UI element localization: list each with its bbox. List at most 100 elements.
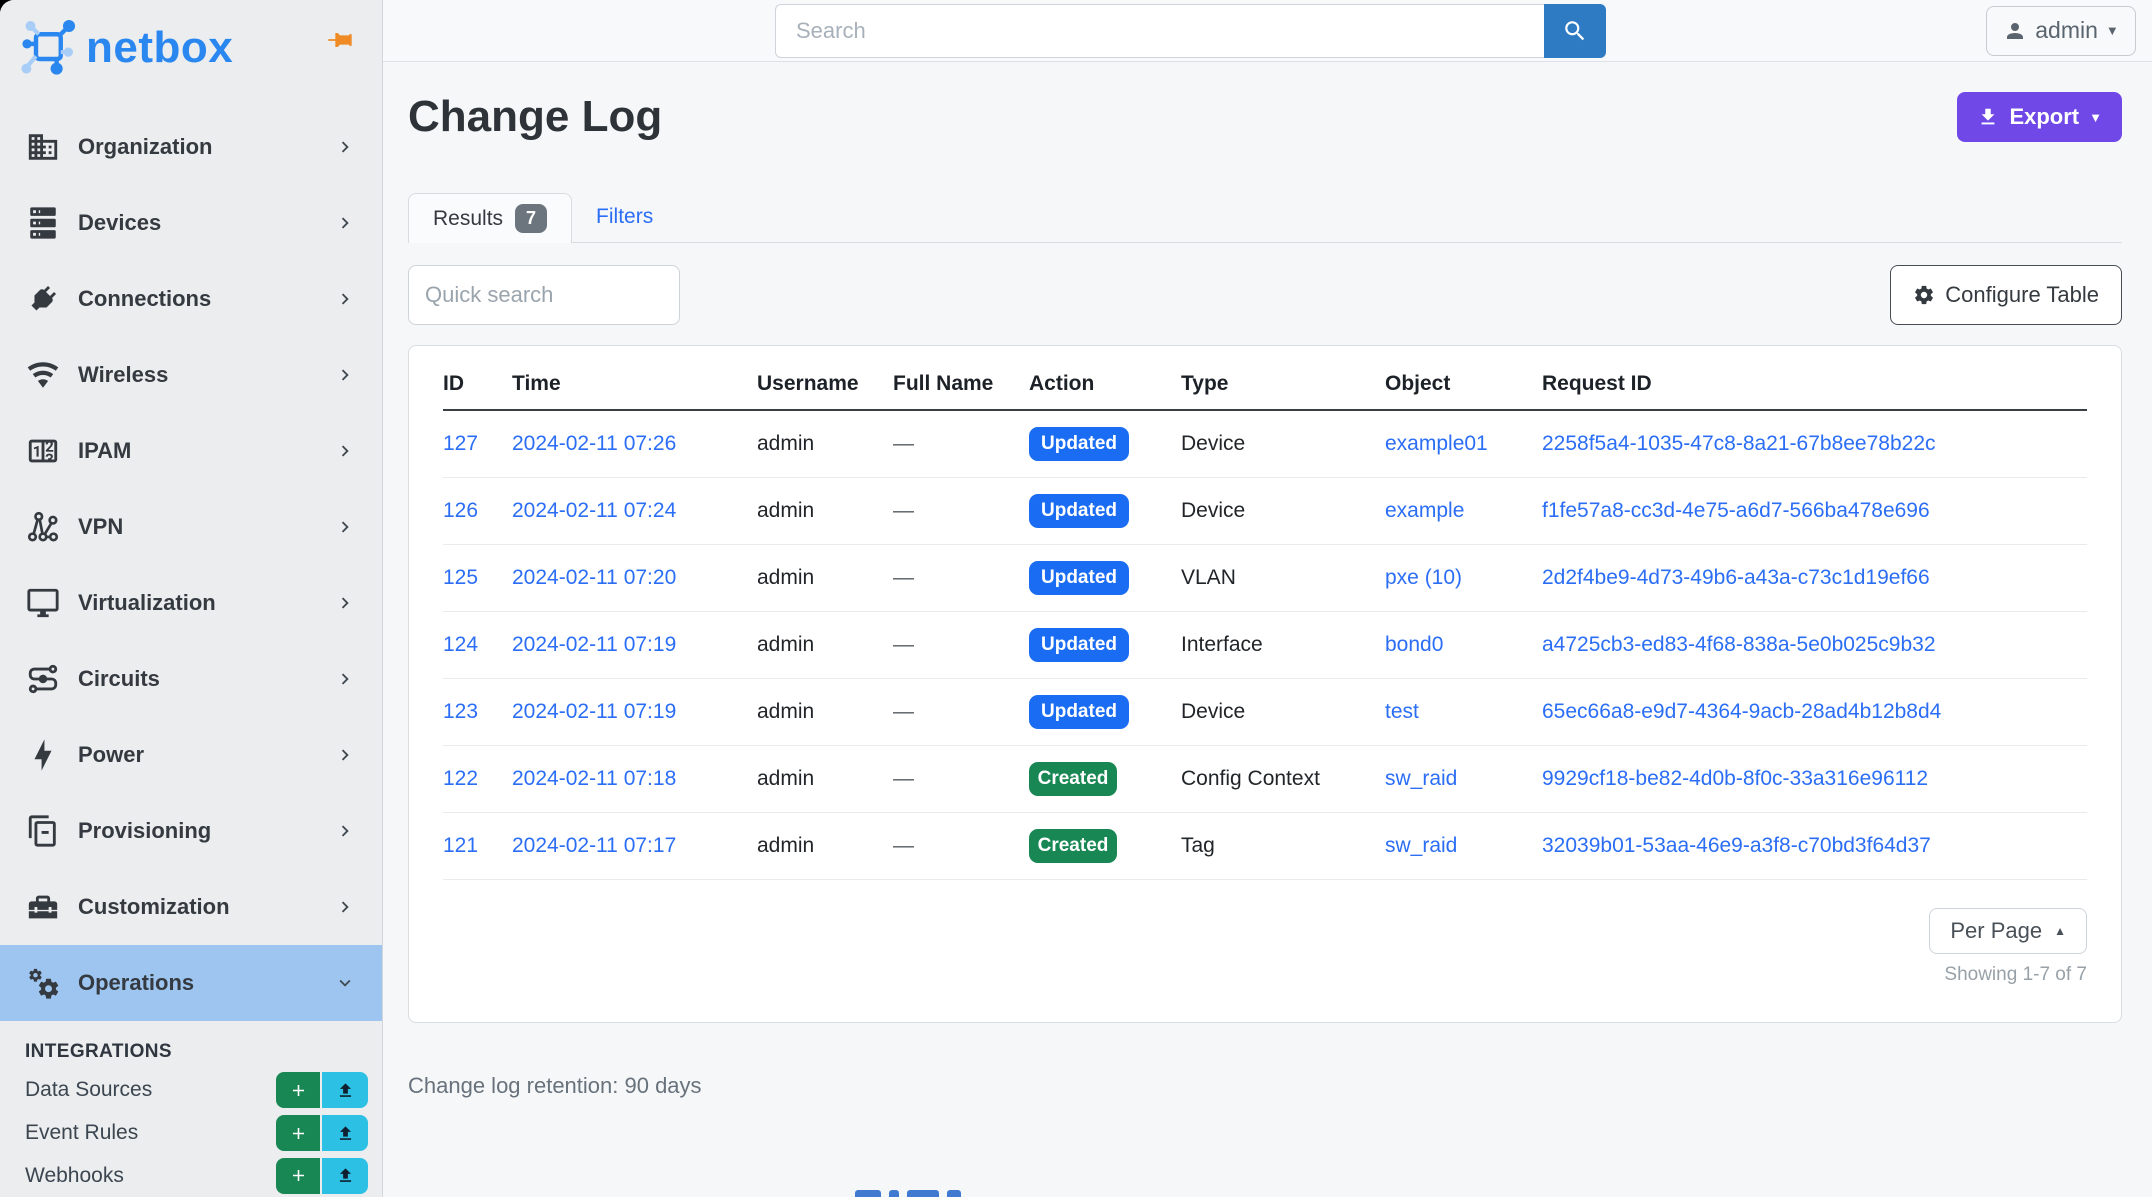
import-button[interactable] <box>322 1115 368 1151</box>
retention-note: Change log retention: 90 days <box>408 1073 2122 1099</box>
user-menu-button[interactable]: admin ▼ <box>1986 6 2136 56</box>
change-id-link[interactable]: 124 <box>443 633 478 656</box>
column-header-time: Time <box>502 352 747 410</box>
netbox-logo-icon <box>14 15 80 81</box>
type-cell: Device <box>1181 700 1245 723</box>
full-name-cell: — <box>893 566 914 589</box>
sidebar-item-customization[interactable]: Customization <box>0 869 382 945</box>
sidebar-item-webhooks[interactable]: Webhooks <box>0 1154 382 1197</box>
cogs-icon <box>26 966 60 1000</box>
change-time-link[interactable]: 2024-02-11 07:17 <box>512 834 676 857</box>
sidebar-item-event-rules[interactable]: Event Rules <box>0 1112 382 1155</box>
sidebar-item-label: VPN <box>78 514 123 540</box>
tab-bar: Results 7 Filters <box>408 192 2122 243</box>
change-id-link[interactable]: 122 <box>443 767 478 790</box>
chevron-right-icon <box>334 896 356 918</box>
graph-icon <box>26 510 60 544</box>
object-link[interactable]: sw_raid <box>1385 834 1457 857</box>
sidebar-item-ipam[interactable]: IPAM <box>0 413 382 489</box>
sidebar-item-operations[interactable]: Operations <box>0 945 382 1021</box>
action-badge: Updated <box>1029 695 1129 729</box>
per-page-button[interactable]: Per Page ▲ <box>1929 908 2087 954</box>
object-link[interactable]: pxe (10) <box>1385 566 1462 589</box>
change-time-link[interactable]: 2024-02-11 07:24 <box>512 499 676 522</box>
chevron-down-icon <box>334 972 356 994</box>
change-id-link[interactable]: 125 <box>443 566 478 589</box>
change-id-link[interactable]: 126 <box>443 499 478 522</box>
change-time-link[interactable]: 2024-02-11 07:19 <box>512 700 676 723</box>
request-id-link[interactable]: 32039b01-53aa-46e9-a3f8-c70bd3f64d37 <box>1542 834 1931 857</box>
search-input[interactable] <box>775 4 1544 58</box>
sidebar-item-label: Organization <box>78 134 212 160</box>
sidebar-item-label: Devices <box>78 210 161 236</box>
change-time-link[interactable]: 2024-02-11 07:19 <box>512 633 676 656</box>
quick-search-input[interactable] <box>408 265 680 325</box>
change-time-link[interactable]: 2024-02-11 07:26 <box>512 432 676 455</box>
change-time-link[interactable]: 2024-02-11 07:20 <box>512 566 676 589</box>
sidebar-item-wireless[interactable]: Wireless <box>0 337 382 413</box>
pin-sidebar-icon[interactable] <box>326 26 354 54</box>
import-button[interactable] <box>322 1072 368 1108</box>
object-link[interactable]: test <box>1385 700 1419 723</box>
tab-results[interactable]: Results 7 <box>408 193 572 243</box>
request-id-link[interactable]: 2d2f4be9-4d73-49b6-a43a-c73c1d19ef66 <box>1542 566 1930 589</box>
add-button[interactable] <box>276 1115 320 1151</box>
page-content: Change Log Export ▼ Results 7 Filters <box>383 62 2152 1197</box>
request-id-link[interactable]: 65ec66a8-e9d7-4364-9acb-28ad4b12b8d4 <box>1542 700 1941 723</box>
sidebar-item-label: Power <box>78 742 144 768</box>
object-link[interactable]: example01 <box>1385 432 1488 455</box>
sidebar-item-virtualization[interactable]: Virtualization <box>0 565 382 641</box>
gear-icon <box>1913 284 1935 306</box>
sidebar-item-data-sources[interactable]: Data Sources <box>0 1069 382 1112</box>
sidebar-item-circuits[interactable]: Circuits <box>0 641 382 717</box>
clipped-footer <box>855 1190 961 1197</box>
request-id-link[interactable]: 2258f5a4-1035-47c8-8a21-67b8ee78b22c <box>1542 432 1936 455</box>
object-link[interactable]: sw_raid <box>1385 767 1457 790</box>
action-badge: Updated <box>1029 628 1129 662</box>
column-header-request-id: Request ID <box>1532 352 2087 410</box>
upload-icon <box>336 1166 355 1185</box>
type-cell: Device <box>1181 432 1245 455</box>
change-id-link[interactable]: 121 <box>443 834 478 857</box>
chevron-right-icon <box>334 136 356 158</box>
sidebar-nav: Organization Devices Connections Wireles… <box>0 109 382 1021</box>
sidebar-item-connections[interactable]: Connections <box>0 261 382 337</box>
sidebar-item-label: Operations <box>78 970 194 996</box>
type-cell: VLAN <box>1181 566 1236 589</box>
chevron-right-icon <box>334 364 356 386</box>
sidebar-item-organization[interactable]: Organization <box>0 109 382 185</box>
sidebar-item-devices[interactable]: Devices <box>0 185 382 261</box>
chevron-right-icon <box>334 516 356 538</box>
column-header-id: ID <box>443 352 502 410</box>
tab-filters-label: Filters <box>596 205 653 229</box>
sidebar-item-label: Customization <box>78 894 230 920</box>
changelog-table: ID Time Username Full Name Action Type O… <box>443 352 2087 880</box>
object-link[interactable]: example <box>1385 499 1464 522</box>
sidebar-item-provisioning[interactable]: Provisioning <box>0 793 382 869</box>
request-id-link[interactable]: f1fe57a8-cc3d-4e75-a6d7-566ba478e696 <box>1542 499 1930 522</box>
search-button[interactable] <box>1544 4 1606 58</box>
tab-filters[interactable]: Filters <box>572 192 677 242</box>
sidebar-item-vpn[interactable]: VPN <box>0 489 382 565</box>
import-button[interactable] <box>322 1158 368 1194</box>
add-button[interactable] <box>276 1072 320 1108</box>
change-id-link[interactable]: 123 <box>443 700 478 723</box>
change-id-link[interactable]: 127 <box>443 432 478 455</box>
brand-name: netbox <box>86 23 233 73</box>
request-id-link[interactable]: a4725cb3-ed83-4f68-838a-5e0b025c9b32 <box>1542 633 1936 656</box>
configure-table-button[interactable]: Configure Table <box>1890 265 2122 325</box>
export-button[interactable]: Export ▼ <box>1957 92 2122 142</box>
brand[interactable]: netbox <box>0 0 382 95</box>
page-title: Change Log <box>408 92 662 142</box>
request-id-link[interactable]: 9929cf18-be82-4d0b-8f0c-33a316e96112 <box>1542 767 1928 790</box>
object-link[interactable]: bond0 <box>1385 633 1443 656</box>
table-row: 123 2024-02-11 07:19 admin — Updated Dev… <box>443 679 2087 746</box>
change-time-link[interactable]: 2024-02-11 07:18 <box>512 767 676 790</box>
top-bar: admin ▼ <box>383 0 2152 62</box>
sidebar-item-power[interactable]: Power <box>0 717 382 793</box>
download-icon <box>1977 106 1999 128</box>
main-area: admin ▼ Change Log Export ▼ Results 7 <box>383 0 2152 1197</box>
add-button[interactable] <box>276 1158 320 1194</box>
full-name-cell: — <box>893 432 914 455</box>
account-icon <box>2003 19 2027 43</box>
